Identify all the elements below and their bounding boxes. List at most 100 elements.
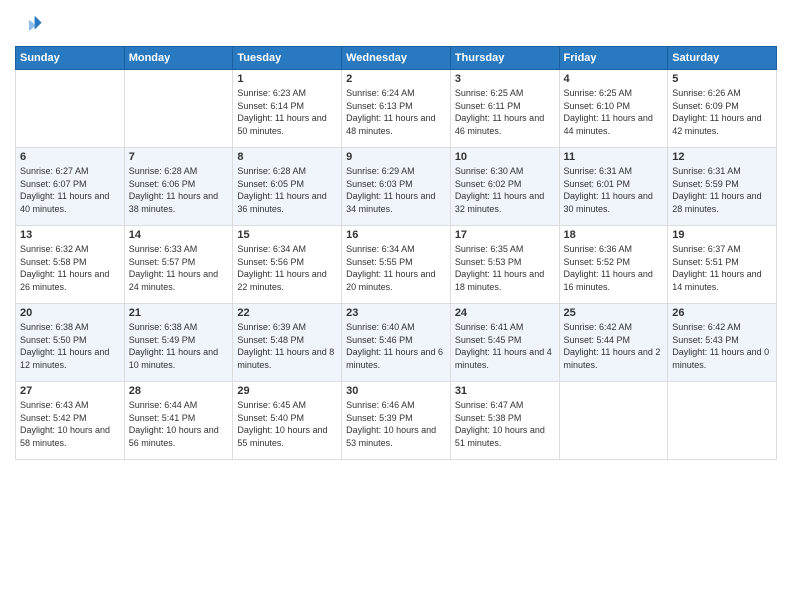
calendar-cell: 20 Sunrise: 6:38 AMSunset: 5:50 PMDayligh… xyxy=(16,304,125,382)
day-info: Sunrise: 6:38 AMSunset: 5:50 PMDaylight:… xyxy=(20,321,120,371)
calendar-cell: 21Sunrise: 6:38 AMSunset: 5:49 PMDayligh… xyxy=(124,304,233,382)
calendar-week-row: 13 Sunrise: 6:32 AMSunset: 5:58 PMDayligh… xyxy=(16,226,777,304)
day-info: Sunrise: 6:41 AMSunset: 5:45 PMDaylight:… xyxy=(455,321,555,371)
day-info: Sunrise: 6:37 AMSunset: 5:51 PMDaylight:… xyxy=(672,243,772,293)
calendar-cell: 16 Sunrise: 6:34 AMSunset: 5:55 PMDayligh… xyxy=(342,226,451,304)
day-number: 28 xyxy=(129,385,229,397)
day-info: Sunrise: 6:24 AMSunset: 6:13 PMDaylight:… xyxy=(346,87,446,137)
day-info: Sunrise: 6:43 AMSunset: 5:42 PMDaylight:… xyxy=(20,399,120,449)
day-number: 21 xyxy=(129,307,229,319)
calendar-cell: 5Sunrise: 6:26 AMSunset: 6:09 PMDaylight… xyxy=(668,70,777,148)
calendar-cell: 18Sunrise: 6:36 AMSunset: 5:52 PMDayligh… xyxy=(559,226,668,304)
day-info: Sunrise: 6:29 AMSunset: 6:03 PMDaylight:… xyxy=(346,165,446,215)
calendar-cell: 23 Sunrise: 6:40 AMSunset: 5:46 PMDayligh… xyxy=(342,304,451,382)
day-number: 27 xyxy=(20,385,120,397)
day-info: Sunrise: 6:30 AMSunset: 6:02 PMDaylight:… xyxy=(455,165,555,215)
calendar-cell: 27 Sunrise: 6:43 AMSunset: 5:42 PMDayligh… xyxy=(16,382,125,460)
calendar-cell: 7 Sunrise: 6:28 AMSunset: 6:06 PMDaylight… xyxy=(124,148,233,226)
day-info: Sunrise: 6:47 AMSunset: 5:38 PMDaylight:… xyxy=(455,399,555,449)
day-info: Sunrise: 6:28 AMSunset: 6:05 PMDaylight:… xyxy=(237,165,337,215)
day-info: Sunrise: 6:31 AMSunset: 5:59 PMDaylight:… xyxy=(672,165,772,215)
day-info: Sunrise: 6:39 AMSunset: 5:48 PMDaylight:… xyxy=(237,321,337,371)
calendar-cell: 25 Sunrise: 6:42 AMSunset: 5:44 PMDayligh… xyxy=(559,304,668,382)
day-number: 15 xyxy=(237,229,337,241)
calendar-cell: 29Sunrise: 6:45 AMSunset: 5:40 PMDayligh… xyxy=(233,382,342,460)
calendar-cell xyxy=(124,70,233,148)
day-info: Sunrise: 6:28 AMSunset: 6:06 PMDaylight:… xyxy=(129,165,229,215)
calendar-table: SundayMondayTuesdayWednesdayThursdayFrid… xyxy=(15,46,777,460)
day-number: 14 xyxy=(129,229,229,241)
calendar-cell: 24 Sunrise: 6:41 AMSunset: 5:45 PMDayligh… xyxy=(450,304,559,382)
day-number: 8 xyxy=(237,151,337,163)
day-number: 5 xyxy=(672,73,772,85)
calendar-cell: 15Sunrise: 6:34 AMSunset: 5:56 PMDayligh… xyxy=(233,226,342,304)
calendar-cell xyxy=(16,70,125,148)
calendar-cell: 1Sunrise: 6:23 AMSunset: 6:14 PMDaylight… xyxy=(233,70,342,148)
calendar-cell xyxy=(559,382,668,460)
weekday-header: Monday xyxy=(124,47,233,70)
day-number: 17 xyxy=(455,229,555,241)
day-info: Sunrise: 6:46 AMSunset: 5:39 PMDaylight:… xyxy=(346,399,446,449)
day-number: 9 xyxy=(346,151,446,163)
day-number: 25 xyxy=(564,307,664,319)
weekday-header: Tuesday xyxy=(233,47,342,70)
calendar-cell: 12 Sunrise: 6:31 AMSunset: 5:59 PMDayligh… xyxy=(668,148,777,226)
day-info: Sunrise: 6:36 AMSunset: 5:52 PMDaylight:… xyxy=(564,243,664,293)
weekday-header: Saturday xyxy=(668,47,777,70)
weekday-header: Friday xyxy=(559,47,668,70)
calendar-cell: 28Sunrise: 6:44 AMSunset: 5:41 PMDayligh… xyxy=(124,382,233,460)
calendar-cell: 26Sunrise: 6:42 AMSunset: 5:43 PMDayligh… xyxy=(668,304,777,382)
calendar-week-row: 6 Sunrise: 6:27 AMSunset: 6:07 PMDaylight… xyxy=(16,148,777,226)
day-info: Sunrise: 6:40 AMSunset: 5:46 PMDaylight:… xyxy=(346,321,446,371)
day-number: 7 xyxy=(129,151,229,163)
day-number: 29 xyxy=(237,385,337,397)
day-number: 26 xyxy=(672,307,772,319)
calendar-cell: 19 Sunrise: 6:37 AMSunset: 5:51 PMDayligh… xyxy=(668,226,777,304)
calendar-cell: 4 Sunrise: 6:25 AMSunset: 6:10 PMDaylight… xyxy=(559,70,668,148)
day-number: 24 xyxy=(455,307,555,319)
day-number: 20 xyxy=(20,307,120,319)
day-number: 22 xyxy=(237,307,337,319)
weekday-header: Sunday xyxy=(16,47,125,70)
calendar-week-row: 1Sunrise: 6:23 AMSunset: 6:14 PMDaylight… xyxy=(16,70,777,148)
day-info: Sunrise: 6:32 AMSunset: 5:58 PMDaylight:… xyxy=(20,243,120,293)
day-number: 3 xyxy=(455,73,555,85)
header xyxy=(15,10,777,38)
calendar-cell: 13 Sunrise: 6:32 AMSunset: 5:58 PMDayligh… xyxy=(16,226,125,304)
day-number: 6 xyxy=(20,151,120,163)
day-number: 13 xyxy=(20,229,120,241)
logo xyxy=(15,10,45,38)
day-info: Sunrise: 6:27 AMSunset: 6:07 PMDaylight:… xyxy=(20,165,120,215)
calendar-cell: 8 Sunrise: 6:28 AMSunset: 6:05 PMDaylight… xyxy=(233,148,342,226)
calendar-cell: 14 Sunrise: 6:33 AMSunset: 5:57 PMDayligh… xyxy=(124,226,233,304)
day-info: Sunrise: 6:42 AMSunset: 5:44 PMDaylight:… xyxy=(564,321,664,371)
calendar-cell: 2Sunrise: 6:24 AMSunset: 6:13 PMDaylight… xyxy=(342,70,451,148)
calendar-cell: 10 Sunrise: 6:30 AMSunset: 6:02 PMDayligh… xyxy=(450,148,559,226)
calendar-cell xyxy=(668,382,777,460)
day-info: Sunrise: 6:31 AMSunset: 6:01 PMDaylight:… xyxy=(564,165,664,215)
day-info: Sunrise: 6:33 AMSunset: 5:57 PMDaylight:… xyxy=(129,243,229,293)
calendar-cell: 6 Sunrise: 6:27 AMSunset: 6:07 PMDaylight… xyxy=(16,148,125,226)
calendar-cell: 22 Sunrise: 6:39 AMSunset: 5:48 PMDayligh… xyxy=(233,304,342,382)
day-number: 12 xyxy=(672,151,772,163)
calendar-cell: 3 Sunrise: 6:25 AMSunset: 6:11 PMDaylight… xyxy=(450,70,559,148)
day-info: Sunrise: 6:25 AMSunset: 6:11 PMDaylight:… xyxy=(455,87,555,137)
calendar-cell: 11 Sunrise: 6:31 AMSunset: 6:01 PMDayligh… xyxy=(559,148,668,226)
day-number: 19 xyxy=(672,229,772,241)
day-number: 11 xyxy=(564,151,664,163)
day-info: Sunrise: 6:35 AMSunset: 5:53 PMDaylight:… xyxy=(455,243,555,293)
day-number: 10 xyxy=(455,151,555,163)
weekday-header: Wednesday xyxy=(342,47,451,70)
day-number: 23 xyxy=(346,307,446,319)
day-number: 30 xyxy=(346,385,446,397)
day-number: 1 xyxy=(237,73,337,85)
day-number: 4 xyxy=(564,73,664,85)
calendar-cell: 17 Sunrise: 6:35 AMSunset: 5:53 PMDayligh… xyxy=(450,226,559,304)
calendar-cell: 31 Sunrise: 6:47 AMSunset: 5:38 PMDayligh… xyxy=(450,382,559,460)
calendar-week-row: 27 Sunrise: 6:43 AMSunset: 5:42 PMDayligh… xyxy=(16,382,777,460)
day-number: 31 xyxy=(455,385,555,397)
day-info: Sunrise: 6:25 AMSunset: 6:10 PMDaylight:… xyxy=(564,87,664,137)
day-number: 16 xyxy=(346,229,446,241)
calendar-week-row: 20 Sunrise: 6:38 AMSunset: 5:50 PMDayligh… xyxy=(16,304,777,382)
day-info: Sunrise: 6:34 AMSunset: 5:55 PMDaylight:… xyxy=(346,243,446,293)
